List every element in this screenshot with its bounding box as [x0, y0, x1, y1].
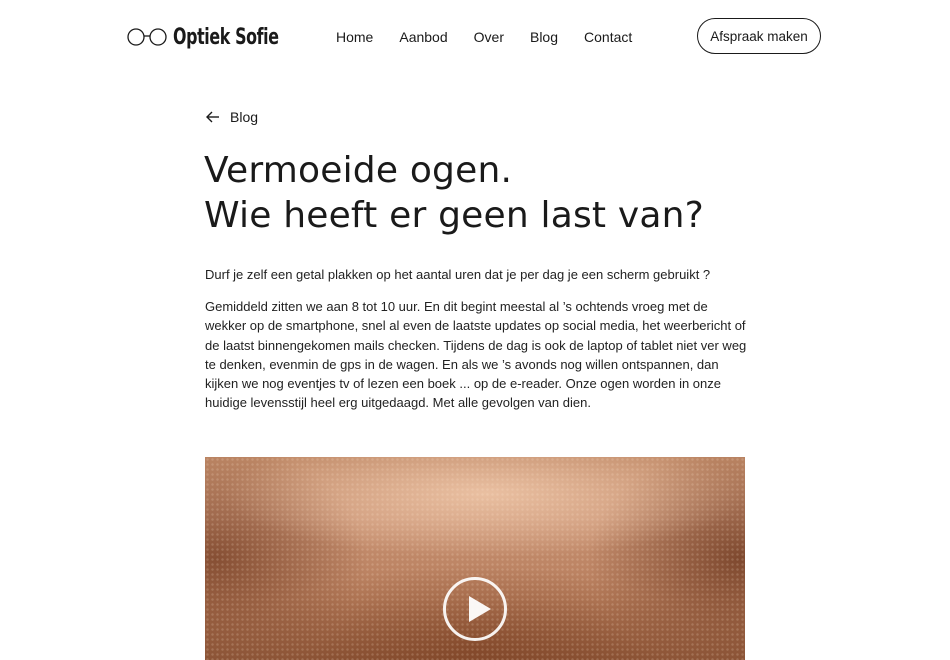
article-intro: Durf je zelf een getal plakken op het aa…: [205, 267, 711, 282]
logo[interactable]: Optiek Sofie: [127, 22, 320, 52]
arrow-left-icon: [206, 111, 219, 123]
article-title-line-1: Vermoeide ogen.: [204, 150, 513, 191]
nav-blog[interactable]: Blog: [530, 28, 558, 46]
nav-home[interactable]: Home: [336, 28, 373, 46]
article-body: Gemiddeld zitten we aan 8 tot 10 uur. En…: [205, 299, 747, 411]
afspraak-maken-button[interactable]: Afspraak maken: [697, 18, 821, 54]
site-header: Optiek Sofie Home Aanbod Over Blog Conta…: [0, 0, 950, 75]
article-video[interactable]: [205, 457, 745, 660]
nav-aanbod[interactable]: Aanbod: [399, 28, 447, 46]
back-to-blog-link[interactable]: Blog: [205, 109, 258, 125]
article-title: Vermoeide ogen. Wie heeft er geen last v…: [204, 148, 764, 238]
play-icon[interactable]: [443, 577, 507, 641]
logo-text: Optiek Sofie: [173, 24, 279, 50]
nav-contact[interactable]: Contact: [584, 28, 632, 46]
main-nav: Home Aanbod Over Blog Contact: [336, 28, 658, 46]
article-title-line-2: Wie heeft er geen last van?: [204, 195, 704, 236]
glasses-icon: [127, 28, 167, 46]
back-link-label: Blog: [230, 109, 259, 125]
nav-over[interactable]: Over: [474, 28, 504, 46]
